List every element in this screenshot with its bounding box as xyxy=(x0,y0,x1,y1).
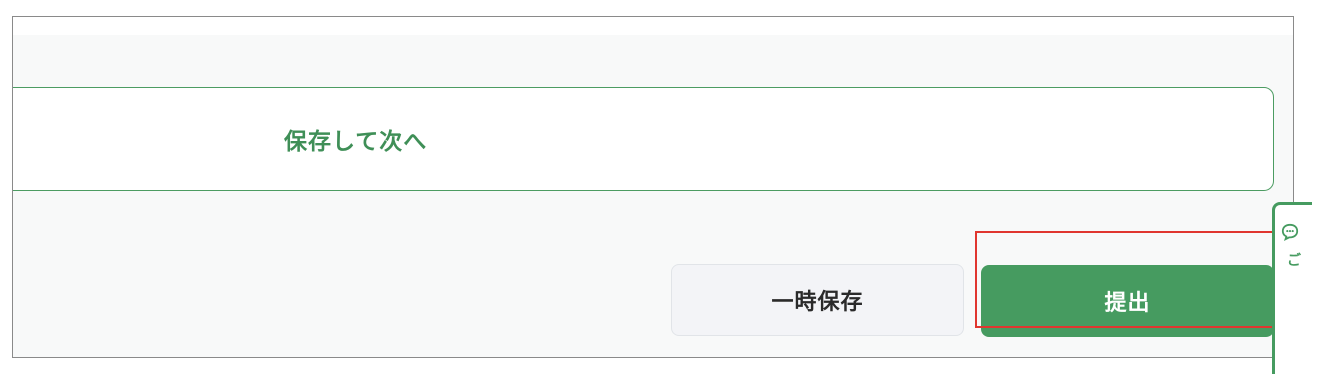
side-tab-label: ご xyxy=(1287,253,1301,269)
submit-button[interactable]: 提出 xyxy=(981,265,1274,337)
form-panel: 保存して次へ 一時保存 提出 xyxy=(13,35,1293,357)
temporary-save-label: 一時保存 xyxy=(771,290,864,315)
chat-bubble-icon xyxy=(1281,223,1299,241)
submit-label: 提出 xyxy=(1104,291,1151,316)
form-frame: 保存して次へ 一時保存 提出 xyxy=(12,16,1294,358)
save-and-next-button[interactable]: 保存して次へ xyxy=(13,87,1274,191)
temporary-save-button[interactable]: 一時保存 xyxy=(671,264,964,336)
save-and-next-label: 保存して次へ xyxy=(284,129,428,155)
feedback-side-tab[interactable]: ご xyxy=(1272,202,1312,374)
